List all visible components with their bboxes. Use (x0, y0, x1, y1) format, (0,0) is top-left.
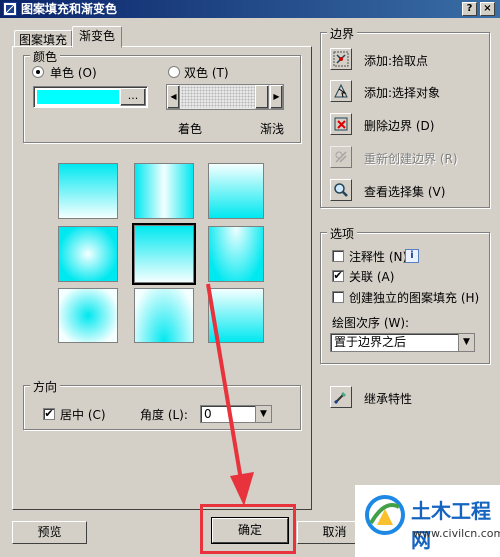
associative-checkbox[interactable]: ✔ (332, 270, 344, 282)
single-color-label: 单色 (O) (50, 66, 97, 80)
options-group-title: 选项 (327, 225, 358, 242)
inherit-properties-label: 继承特性 (364, 392, 413, 406)
watermark-logo-icon (365, 495, 405, 535)
boundary-group-title: 边界 (327, 25, 358, 42)
single-color-radio[interactable] (32, 66, 44, 78)
view-selection-icon (334, 183, 348, 197)
remove-boundary-button[interactable] (330, 113, 352, 135)
recreate-boundary-button[interactable] (330, 146, 352, 168)
centered-label: 居中 (C) (60, 408, 106, 422)
recreate-boundary-label: 重新创建边界 (R) (364, 152, 458, 166)
associative-label: 关联 (A) (349, 270, 395, 284)
slider-left-arrow[interactable]: ◀ (167, 85, 180, 109)
pick-points-button[interactable] (330, 48, 352, 70)
gradient-spherical-swatch[interactable] (58, 226, 118, 282)
centered-checkbox[interactable]: ✔ (43, 408, 55, 420)
draw-order-value: 置于边界之后 (334, 335, 407, 349)
watermark-brand: 土木工程网 (411, 499, 491, 552)
gradient-selected-swatch[interactable] (134, 225, 194, 283)
gradient-hemisphere-swatch[interactable] (208, 226, 264, 282)
highlight-box (200, 504, 296, 554)
color-group-title: 颜色 (30, 48, 61, 65)
hatch-gradient-dialog: 图案填充和渐变色 ? × 图案填充 渐变色 颜色 单色 (O) 双色 (T) .… (0, 0, 500, 557)
draw-order-select[interactable]: 置于边界之后 ▼ (330, 333, 475, 352)
preview-button[interactable]: 预览 (12, 521, 87, 544)
slider-right-arrow[interactable]: ▶ (270, 85, 283, 109)
color-swatch (37, 90, 119, 104)
remove-boundary-icon (334, 117, 348, 131)
gradient-cylinder-swatch[interactable] (134, 163, 194, 219)
pick-points-label: 添加:拾取点 (364, 54, 429, 68)
tab-gradient-label: 渐变色 (78, 29, 115, 43)
gradient-invspherical-swatch[interactable] (58, 288, 118, 343)
select-objects-icon (334, 83, 348, 98)
inherit-properties-button[interactable] (330, 386, 352, 408)
highlight-arrow (206, 283, 254, 506)
watermark-url: www.civilcn.com (413, 527, 500, 540)
tab-gradient[interactable]: 渐变色 (72, 26, 122, 48)
shade-label: 着色 (178, 122, 203, 136)
color-swatch-field[interactable]: ... (33, 86, 148, 108)
tab-hatch-label: 图案填充 (18, 33, 67, 47)
view-selection-label: 查看选择集 (V) (364, 185, 446, 199)
separate-hatch-checkbox[interactable] (332, 291, 344, 303)
app-icon (3, 2, 17, 16)
brush-icon (333, 392, 346, 405)
draw-order-label: 绘图次序 (W): (332, 316, 410, 330)
direction-group-title: 方向 (30, 378, 61, 395)
tint-label: 渐浅 (260, 122, 285, 136)
pick-points-icon (333, 51, 349, 67)
shade-slider[interactable]: ◀ ▶ (166, 84, 284, 110)
chevron-down-icon[interactable]: ▼ (458, 334, 474, 351)
select-objects-button[interactable] (330, 80, 352, 102)
info-icon[interactable]: i (405, 249, 419, 263)
gradient-linear-swatch[interactable] (58, 163, 118, 219)
two-color-label: 双色 (T) (184, 66, 229, 80)
slider-thumb[interactable] (255, 85, 269, 109)
annotative-label: 注释性 (N) (349, 250, 408, 264)
annotative-checkbox[interactable] (332, 250, 344, 262)
gradient-curved-swatch[interactable] (134, 288, 194, 343)
browse-color-button[interactable]: ... (120, 88, 146, 106)
watermark: 土木工程网 www.civilcn.com (355, 485, 500, 557)
select-objects-label: 添加:选择对象 (364, 86, 441, 100)
angle-label: 角度 (L): (140, 408, 188, 422)
two-color-radio[interactable] (168, 66, 180, 78)
window-title: 图案填充和渐变色 (21, 2, 118, 16)
view-selection-button[interactable] (330, 179, 352, 201)
recreate-boundary-icon (335, 151, 347, 163)
close-button[interactable]: × (480, 2, 495, 16)
help-button[interactable]: ? (462, 2, 477, 16)
separate-hatch-label: 创建独立的图案填充 (H) (349, 291, 480, 305)
gradient-invcylinder-swatch[interactable] (208, 163, 264, 219)
title-bar: 图案填充和渐变色 ? × (0, 0, 500, 18)
remove-boundary-label: 删除边界 (D) (364, 119, 435, 133)
